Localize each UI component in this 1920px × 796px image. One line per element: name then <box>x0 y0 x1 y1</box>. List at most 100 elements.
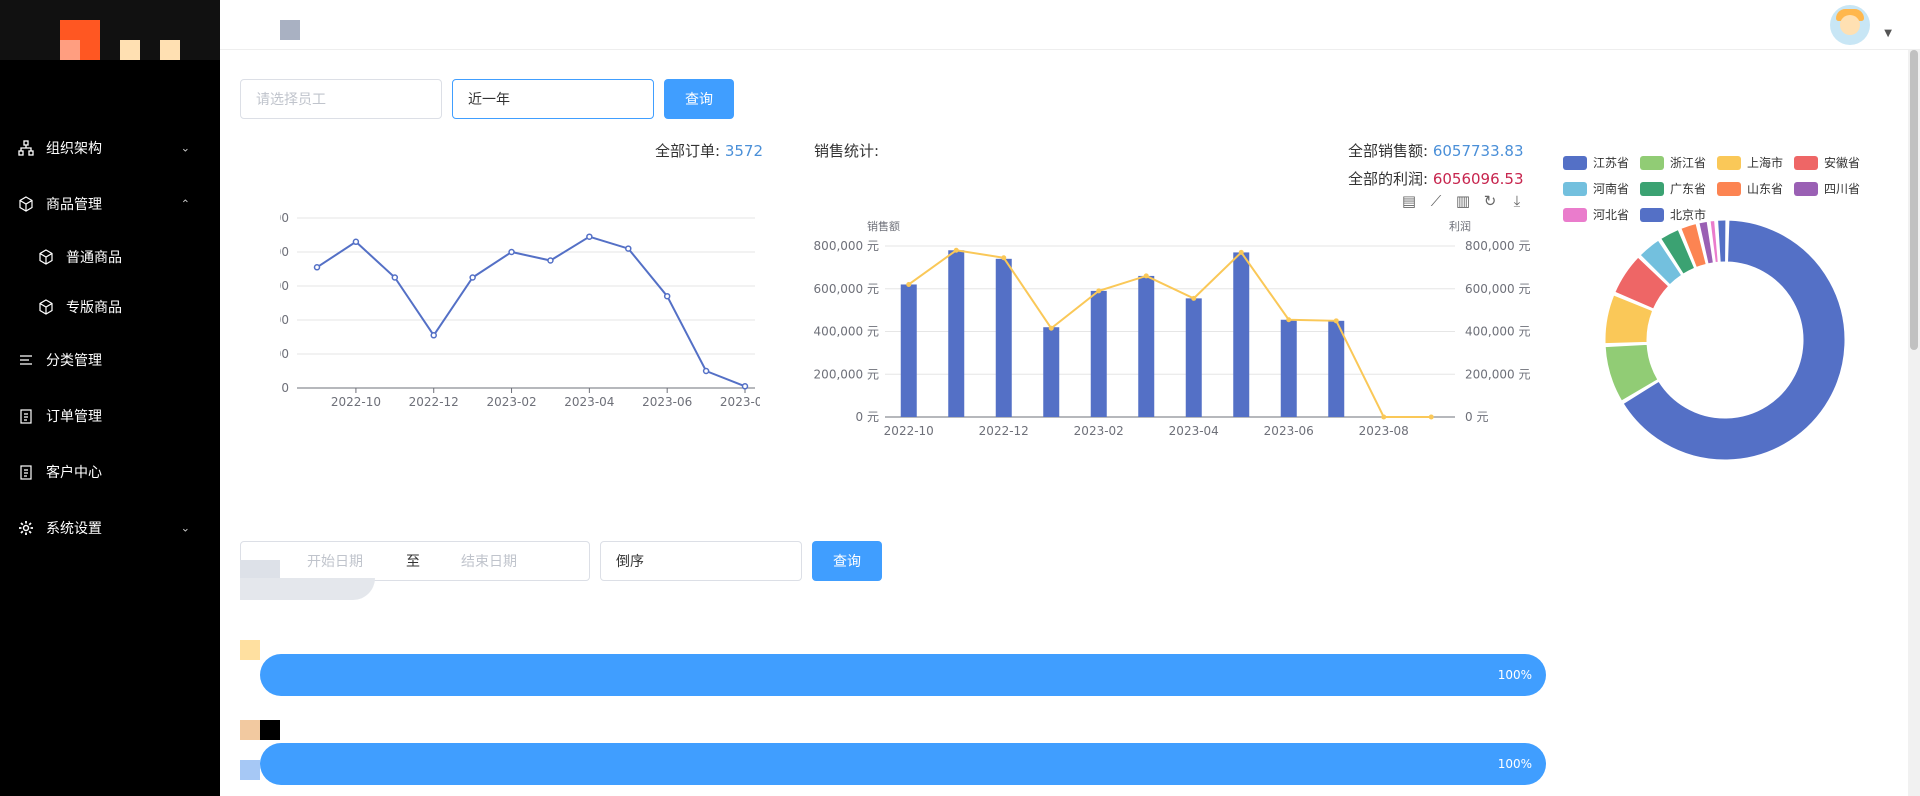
legend-item[interactable]: 四川省 <box>1794 180 1860 197</box>
cube-icon <box>18 196 34 212</box>
caret-down-icon[interactable]: ▼ <box>1884 28 1892 39</box>
placeholder-block <box>240 720 260 740</box>
y-tick-label-right: 0 元 <box>1465 410 1488 424</box>
menu-toggle-icon[interactable] <box>280 20 300 40</box>
x-tick-label: 2022-12 <box>979 424 1029 438</box>
date-range-picker[interactable]: 开始日期 至 结束日期 <box>240 541 590 581</box>
data-point <box>352 238 360 246</box>
y-tick-label-right: 200,000 元 <box>1465 367 1530 381</box>
bar <box>1233 252 1250 417</box>
province-donut-chart <box>1604 219 1846 461</box>
chevron-up-icon: ⌃ <box>180 197 190 211</box>
legend-item[interactable]: 上海市 <box>1717 154 1783 171</box>
sidebar-item-label: 商品管理 <box>46 197 102 213</box>
list-icon <box>18 352 34 368</box>
profit-point <box>1333 318 1339 324</box>
sidebar-item-label: 客户中心 <box>46 465 102 481</box>
clipboard-icon <box>18 408 34 424</box>
y-tick-label-left: 800,000 元 <box>814 239 879 253</box>
download-icon[interactable]: ⤓ <box>1508 192 1526 210</box>
start-date-input[interactable]: 开始日期 <box>307 551 363 571</box>
y-tick-label-right: 800,000 元 <box>1465 239 1530 253</box>
legend-label: 江苏省 <box>1593 156 1630 170</box>
total-sales-value: 6057733.83 <box>1432 142 1524 160</box>
profit-point <box>1286 317 1292 323</box>
x-tick-label: 2023-08 <box>1359 424 1409 438</box>
sidebar-item-customers[interactable]: 客户中心 <box>0 444 220 500</box>
placeholder-block <box>240 578 375 600</box>
restore-icon[interactable]: ↻ <box>1481 192 1499 210</box>
x-tick-label: 2023-08 <box>720 395 760 409</box>
avatar[interactable] <box>1830 5 1870 45</box>
logo <box>0 0 220 60</box>
y-tick-label: 200 <box>280 313 289 327</box>
legend-item[interactable]: 山东省 <box>1717 180 1783 197</box>
progress-bar: 100% <box>260 654 1546 696</box>
y-tick-label-right: 400,000 元 <box>1465 325 1530 339</box>
range-separator: 至 <box>406 554 420 570</box>
sidebar-item-label: 普通商品 <box>66 250 122 266</box>
orders-value: 3572 <box>724 142 764 160</box>
cube-icon <box>38 299 54 315</box>
profit-point <box>1048 325 1054 331</box>
clipboard-icon <box>18 464 34 480</box>
sidebar-menu: 组织架构 ⌄ 商品管理 ⌃ 普通商品 专版商品 分类管理 订单管理 客户中心 系… <box>0 120 220 556</box>
bar <box>995 258 1012 417</box>
legend-item[interactable]: 安徽省 <box>1794 154 1860 171</box>
sidebar-item-normal-goods[interactable]: 普通商品 <box>0 232 220 282</box>
data-point <box>430 332 437 339</box>
chevron-down-icon: ⌄ <box>180 141 190 155</box>
legend-item[interactable]: 广东省 <box>1640 180 1706 197</box>
x-tick-label: 2023-06 <box>1264 424 1314 438</box>
legend-item[interactable]: 江苏省 <box>1563 154 1629 171</box>
y-axis-title-left: 销售额 <box>867 219 900 233</box>
data-point <box>702 367 710 375</box>
pie-slice <box>1717 219 1727 263</box>
scrollbar[interactable] <box>1908 50 1920 796</box>
sidebar-item-special-goods[interactable]: 专版商品 <box>0 282 220 332</box>
sidebar-item-goods[interactable]: 商品管理 ⌃ <box>0 176 220 232</box>
bar <box>1328 320 1345 417</box>
data-point <box>547 257 554 264</box>
line-switch-icon[interactable]: ⟋ <box>1427 192 1445 210</box>
x-tick-label: 2022-10 <box>884 424 934 438</box>
legend-swatch <box>1640 181 1664 196</box>
employee-select[interactable]: 请选择员工 <box>240 79 442 119</box>
data-point <box>313 264 321 271</box>
sidebar-item-orders[interactable]: 订单管理 <box>0 388 220 444</box>
data-view-icon[interactable]: ▤ <box>1400 192 1418 210</box>
data-point <box>625 245 632 252</box>
legend-label: 四川省 <box>1824 182 1861 196</box>
query-button[interactable]: 查询 <box>664 79 734 119</box>
sidebar-item-org[interactable]: 组织架构 ⌄ <box>0 120 220 176</box>
legend-item[interactable]: 浙江省 <box>1640 154 1706 171</box>
profit-point <box>906 281 912 287</box>
data-point <box>663 292 671 300</box>
sales-stat-label: 销售统计: <box>814 142 880 160</box>
profit-point <box>1428 414 1434 420</box>
end-date-input[interactable]: 结束日期 <box>461 551 517 571</box>
y-axis-title-right: 利润 <box>1449 219 1471 233</box>
legend-item[interactable]: 河南省 <box>1563 180 1629 197</box>
cube-icon <box>38 249 54 265</box>
org-chart-icon <box>18 140 34 156</box>
query-button-2[interactable]: 查询 <box>812 541 882 581</box>
sidebar-item-label: 专版商品 <box>66 300 122 316</box>
sidebar-item-settings[interactable]: 系统设置 ⌄ <box>0 500 220 556</box>
y-tick-label-left: 600,000 元 <box>814 282 879 296</box>
total-sales-stat: 全部销售额: 6057733.83 <box>1348 142 1524 160</box>
range-select[interactable]: 近一年 <box>452 79 654 119</box>
legend-swatch <box>1640 155 1664 170</box>
data-point <box>469 274 476 281</box>
sidebar-item-label: 分类管理 <box>46 353 102 369</box>
data-point <box>741 383 749 390</box>
profit-point <box>953 247 959 253</box>
order-select[interactable]: 倒序 <box>600 541 802 581</box>
bar-switch-icon[interactable]: ▥ <box>1454 192 1472 210</box>
profit-line <box>908 249 1432 418</box>
sidebar-item-label: 组织架构 <box>46 141 102 157</box>
orders-line-chart: 0 100 200 300 400 500 2022-10 2022-12 2023-02 202… <box>280 211 760 409</box>
total-profit-value: 6056096.53 <box>1432 170 1524 188</box>
profit-point <box>1096 288 1102 294</box>
sidebar-item-category[interactable]: 分类管理 <box>0 332 220 388</box>
